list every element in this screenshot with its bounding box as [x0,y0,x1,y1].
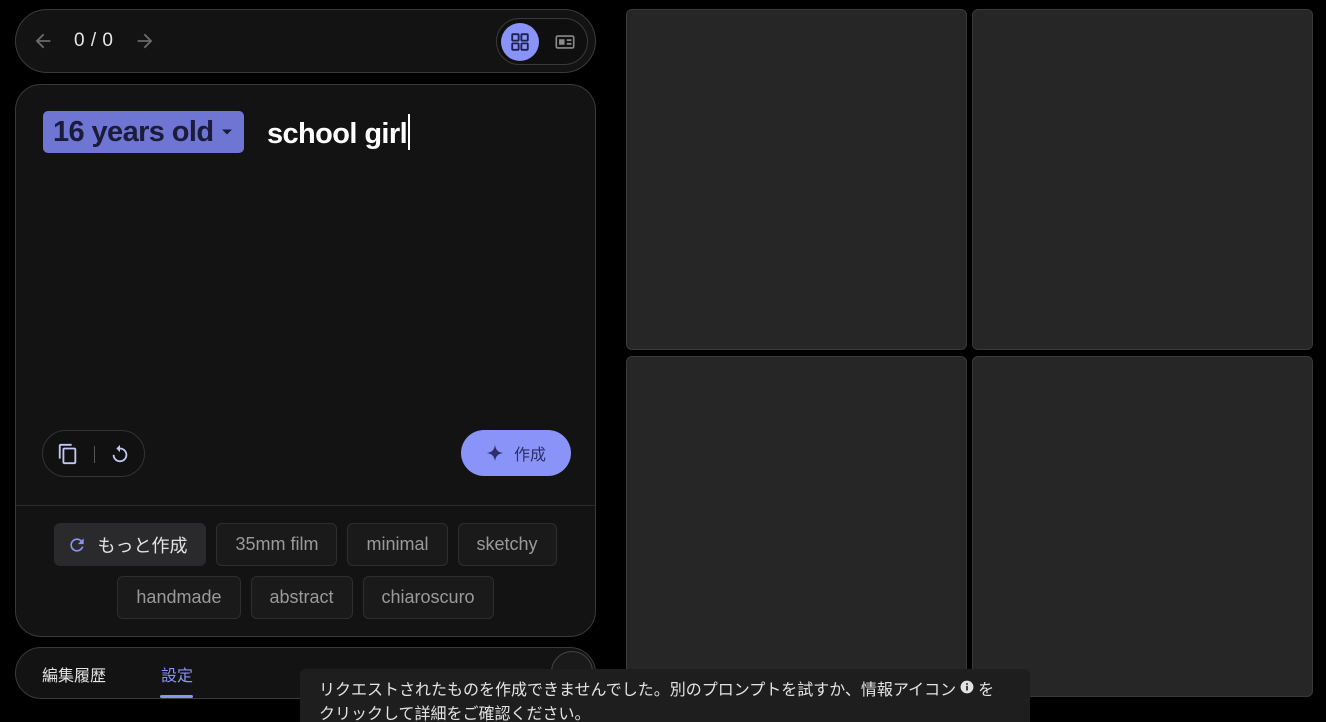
generate-label: 作成 [513,447,546,464]
suggestion-chip[interactable]: minimal [347,523,448,566]
toast-message-part1: リクエストされたものを作成できませんでした。別のプロンプトを試すか、情報アイコン [319,682,957,699]
suggestion-chip[interactable]: 35mm film [216,523,338,566]
error-toast: リクエストされたものを作成できませんでした。別のプロンプトを試すか、情報アイコン… [300,669,1030,722]
chevron-down-icon [220,125,234,139]
suggestion-chip[interactable]: sketchy [457,523,557,566]
text-cursor [408,114,411,150]
grid-view-button[interactable] [501,23,539,61]
style-suggestions: もっと作成 35mm film minimal sketchy handmade… [16,523,595,629]
grid-view-icon [511,33,529,51]
view-mode-toggle [496,18,588,65]
prompt-option-label: 16 years old [53,115,214,148]
tool-divider [94,446,95,463]
prompt-option-dropdown[interactable]: 16 years old [43,111,245,153]
tab-edit-history[interactable]: 編集履歴 [42,662,106,686]
image-placeholder[interactable] [972,356,1313,697]
reset-icon[interactable] [107,441,133,467]
prompt-text-value: school girl [267,118,408,150]
copy-icon[interactable] [55,441,81,467]
prompt-tools [42,430,145,477]
single-view-button[interactable] [546,23,584,61]
suggestion-row-1: もっと作成 35mm film minimal sketchy [16,523,595,566]
image-placeholder[interactable] [626,9,967,350]
single-view-icon [555,35,575,49]
suggestion-chip[interactable]: abstract [250,576,353,619]
more-create-button[interactable]: もっと作成 [54,523,207,566]
toast-message-part3: クリックして詳細をご確認ください。 [319,706,591,722]
top-navigation-bar: 0 / 0 [15,9,596,73]
info-icon [960,680,974,694]
generate-button[interactable]: 作成 [461,430,571,476]
suggestion-chip[interactable]: handmade [117,576,241,619]
prompt-input[interactable]: school girl [267,114,411,151]
image-placeholder[interactable] [626,356,967,697]
tab-settings[interactable]: 設定 [161,662,193,686]
suggestion-row-2: handmade abstract chiaroscuro [16,576,595,619]
prompt-panel: 16 years old school girl 作成 もっと作成 35mm f… [15,84,596,637]
image-counter: 0 / 0 [74,30,114,51]
refresh-icon [70,537,85,552]
image-placeholder[interactable] [972,9,1313,350]
suggestion-chip[interactable]: chiaroscuro [362,576,494,619]
image-generator-page: 0 / 0 16 years old school girl 作成 もっと作成 … [0,0,1326,722]
active-tab-indicator [160,695,193,698]
panel-divider [16,505,595,506]
toast-message-part2: を [978,682,995,699]
arrow-right-icon[interactable] [132,28,158,54]
arrow-left-icon[interactable] [30,28,56,54]
more-create-label: もっと作成 [97,535,188,556]
sparkle-icon [486,444,504,462]
